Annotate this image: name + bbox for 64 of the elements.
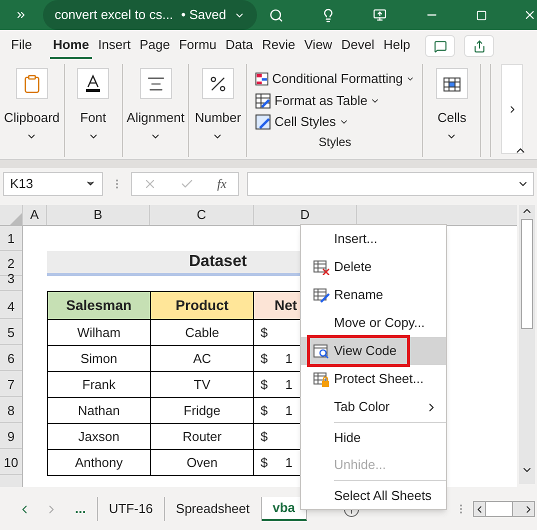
- row-header[interactable]: 1: [0, 226, 22, 251]
- ribbon-tab[interactable]: Data: [222, 33, 256, 59]
- group-label: Styles: [318, 134, 352, 152]
- column-header[interactable]: C: [150, 205, 254, 225]
- menu-item[interactable]: Tab Color: [301, 393, 446, 421]
- ribbon-tab[interactable]: File: [8, 33, 35, 59]
- more-sheets-button[interactable]: ...: [64, 497, 98, 521]
- row-header[interactable]: 7: [0, 371, 22, 397]
- ribbon-tab[interactable]: Home: [50, 33, 92, 59]
- style-command[interactable]: Cell Styles: [255, 111, 414, 134]
- table-cell: Fridge: [150, 398, 254, 424]
- dataset-title: Dataset: [189, 252, 247, 272]
- ribbon-group-button[interactable]: Font: [80, 108, 106, 128]
- ribbon-tab[interactable]: Insert: [95, 33, 134, 59]
- menu-item[interactable]: Delete: [301, 253, 446, 281]
- table-cell: TV: [150, 372, 254, 398]
- ribbon-tab[interactable]: View: [301, 33, 336, 59]
- sheet-tab[interactable]: UTF-16: [98, 497, 165, 521]
- table-cell-text: $ 1: [260, 350, 293, 368]
- table-cell-text: $ 1: [260, 376, 293, 394]
- ribbon-tab[interactable]: Formu: [176, 33, 220, 59]
- ribbon-group-button[interactable]: Clipboard: [4, 108, 60, 128]
- table-cell-text: $ 1: [260, 454, 293, 472]
- name-box[interactable]: K13: [3, 172, 103, 196]
- ribbon-tab[interactable]: Page: [136, 33, 173, 59]
- table-cell: Oven: [150, 450, 254, 476]
- insert-function-button[interactable]: fx: [217, 174, 227, 194]
- row-header[interactable]: 10: [0, 449, 22, 475]
- header-cell: Product: [150, 292, 254, 320]
- menu-item[interactable]: Hide: [301, 421, 446, 451]
- row-header[interactable]: 9: [0, 423, 22, 449]
- ribbon-tab[interactable]: Devel: [338, 33, 378, 59]
- table-cell: Router: [150, 424, 254, 450]
- menu-item[interactable]: Protect Sheet...: [301, 365, 446, 393]
- ribbon-group-button[interactable]: Number: [194, 108, 242, 128]
- window-title: convert excel to cs...: [54, 6, 174, 24]
- table-cell: Wilham: [48, 320, 151, 346]
- header-cell: Salesman: [48, 292, 151, 320]
- row-header[interactable]: 3: [0, 276, 22, 291]
- table-cell: Nathan: [48, 398, 151, 424]
- style-command[interactable]: Conditional Formatting: [255, 68, 414, 90]
- menu-item[interactable]: Insert...: [301, 225, 446, 253]
- ribbon-group-button[interactable]: Alignment: [126, 108, 184, 128]
- row-header[interactable]: 4: [0, 291, 22, 319]
- style-command[interactable]: Format as Table: [255, 90, 414, 112]
- row-header[interactable]: 6: [0, 345, 22, 371]
- table-cell-text: $ 1: [260, 402, 293, 420]
- table-cell: Frank: [48, 372, 151, 398]
- save-status: • Saved: [181, 6, 226, 24]
- table-cell: Jaxson: [48, 424, 151, 450]
- table-cell: Simon: [48, 346, 151, 372]
- menu-item[interactable]: View Code: [301, 337, 446, 365]
- ribbon-group-button[interactable]: Cells: [438, 108, 466, 128]
- table-cell-text: $: [260, 324, 268, 342]
- table-cell: Anthony: [48, 450, 151, 476]
- row-header[interactable]: 8: [0, 397, 22, 423]
- table-cell-text: $: [260, 428, 268, 446]
- ribbon-tab[interactable]: Revie: [259, 33, 298, 59]
- table-cell: AC: [150, 346, 254, 372]
- table-cell: Cable: [150, 320, 254, 346]
- row-header[interactable]: 5: [0, 319, 22, 345]
- ribbon-tab[interactable]: Help: [380, 33, 414, 59]
- column-header[interactable]: B: [47, 205, 150, 225]
- column-header[interactable]: A: [23, 205, 47, 225]
